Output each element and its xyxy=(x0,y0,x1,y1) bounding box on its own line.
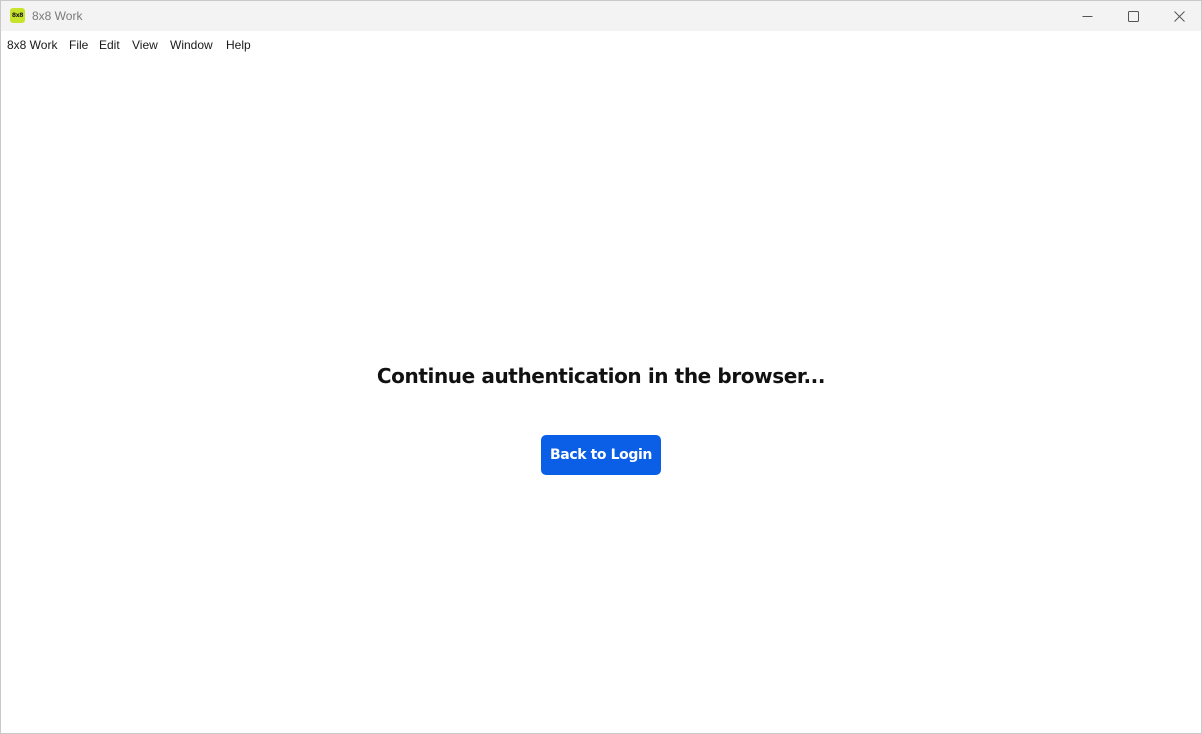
menu-item-edit[interactable]: Edit xyxy=(99,38,120,52)
menu-item-file[interactable]: File xyxy=(69,38,88,52)
minimize-icon xyxy=(1082,15,1092,17)
maximize-icon xyxy=(1127,10,1139,22)
close-button[interactable] xyxy=(1156,1,1202,31)
close-icon xyxy=(1173,10,1185,22)
menu-item-help[interactable]: Help xyxy=(226,38,251,52)
menu-bar: 8x8 Work File Edit View Window Help xyxy=(1,31,1201,58)
maximize-button[interactable] xyxy=(1110,1,1156,31)
menu-item-8x8-work[interactable]: 8x8 Work xyxy=(7,38,57,52)
main-content: Continue authentication in the browser..… xyxy=(1,58,1201,733)
app-logo-icon: 8x8 xyxy=(10,8,25,23)
auth-status-message: Continue authentication in the browser..… xyxy=(376,364,826,388)
minimize-button[interactable] xyxy=(1064,1,1110,31)
title-bar[interactable]: 8x8 8x8 Work xyxy=(1,1,1201,31)
menu-item-view[interactable]: View xyxy=(132,38,158,52)
menu-item-window[interactable]: Window xyxy=(170,38,213,52)
back-to-login-button[interactable]: Back to Login xyxy=(541,435,661,475)
app-window: 8x8 8x8 Work 8x8 Work File Edit View Win… xyxy=(0,0,1202,734)
window-title: 8x8 Work xyxy=(32,9,83,23)
